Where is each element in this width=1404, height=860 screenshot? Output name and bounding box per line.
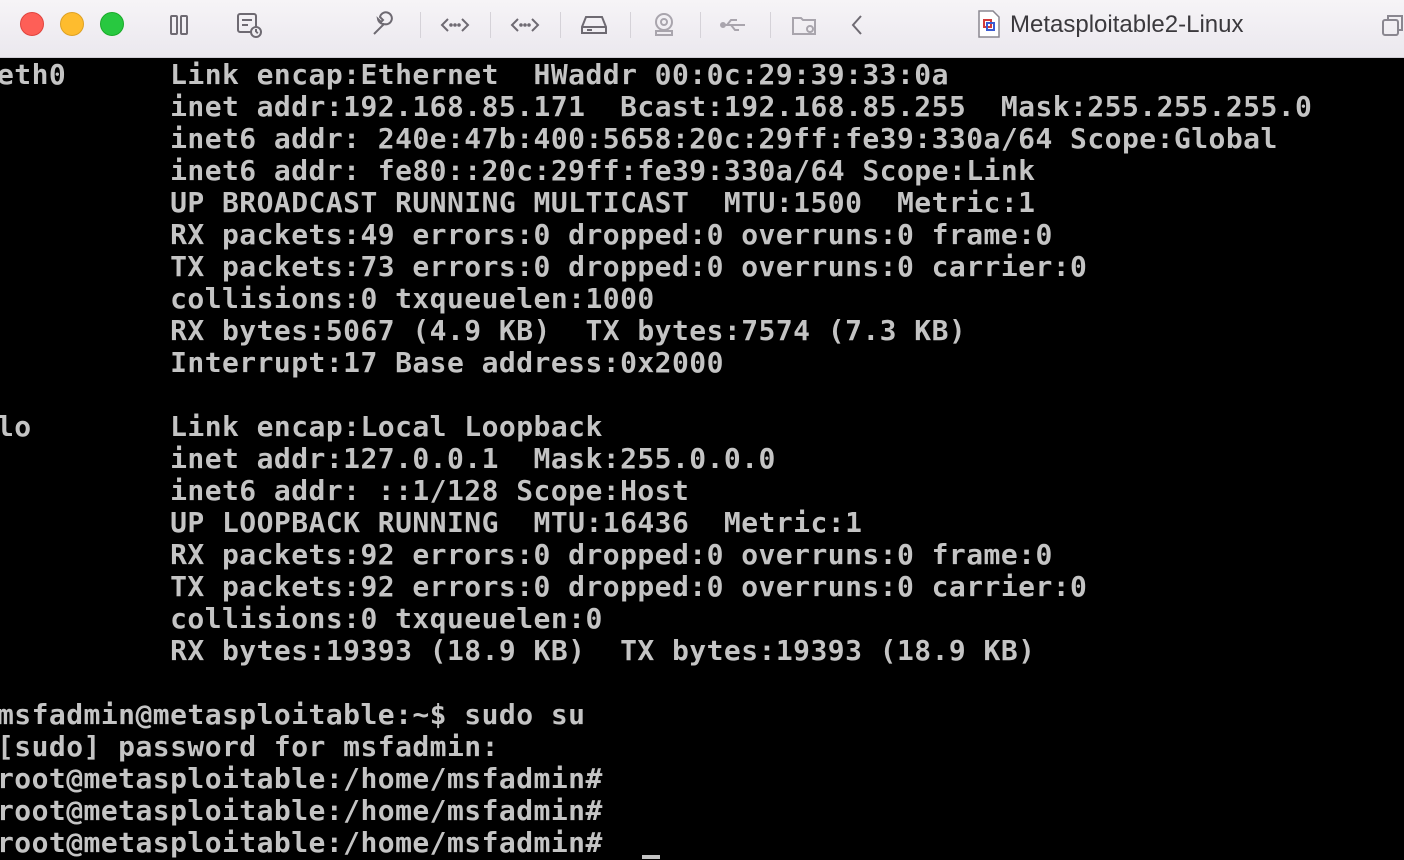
snapshot-icon[interactable] xyxy=(234,10,264,40)
toolbar-separator xyxy=(770,12,771,38)
window-toolbar: Metasploitable2-Linux xyxy=(0,0,1404,58)
network-adapter-icon[interactable] xyxy=(440,10,470,40)
terminal-line: msfadmin@metasploitable:~$ sudo su xyxy=(0,698,586,731)
terminal-line: lo Link encap:Local Loopback xyxy=(0,410,603,443)
terminal-line: Interrupt:17 Base address:0x2000 xyxy=(0,346,724,379)
terminal-line: inet addr:192.168.85.171 Bcast:192.168.8… xyxy=(0,90,1313,123)
toolbar-separator xyxy=(700,12,701,38)
terminal-line: inet6 addr: fe80::20c:29ff:fe39:330a/64 … xyxy=(0,154,1036,187)
network-adapter-2-icon[interactable] xyxy=(510,10,540,40)
camera-icon[interactable] xyxy=(649,10,679,40)
sidebar-toggle-icon[interactable] xyxy=(165,10,195,40)
window-restore-icon[interactable] xyxy=(1378,10,1404,40)
terminal-line: inet6 addr: ::1/128 Scope:Host xyxy=(0,474,690,507)
terminal-line: collisions:0 txqueuelen:1000 xyxy=(0,282,655,315)
vm-file-icon xyxy=(978,10,1000,38)
vm-console-screen[interactable]: eth0 Link encap:Ethernet HWaddr 00:0c:29… xyxy=(0,58,1404,860)
toolbar-separator xyxy=(420,12,421,38)
hard-disk-icon[interactable] xyxy=(579,10,609,40)
window-title: Metasploitable2-Linux xyxy=(1010,11,1244,38)
terminal-line: eth0 Link encap:Ethernet HWaddr 00:0c:29… xyxy=(0,58,949,91)
settings-wrench-icon[interactable] xyxy=(368,10,398,40)
zoom-window-button[interactable] xyxy=(100,12,124,36)
terminal-line: inet6 addr: 240e:47b:400:5658:20c:29ff:f… xyxy=(0,122,1278,155)
close-window-button[interactable] xyxy=(20,12,44,36)
text-cursor xyxy=(642,855,660,859)
terminal-line: root@metasploitable:/home/msfadmin# xyxy=(0,794,603,827)
terminal-line: RX bytes:5067 (4.9 KB) TX bytes:7574 (7.… xyxy=(0,314,967,347)
terminal-line: [sudo] password for msfadmin: xyxy=(0,730,499,763)
toolbar-separator xyxy=(490,12,491,38)
terminal-line: inet addr:127.0.0.1 Mask:255.0.0.0 xyxy=(0,442,776,475)
shared-folder-icon[interactable] xyxy=(790,10,820,40)
terminal-line: TX packets:73 errors:0 dropped:0 overrun… xyxy=(0,250,1088,283)
back-chevron-icon[interactable] xyxy=(842,10,872,40)
terminal-line: root@metasploitable:/home/msfadmin# xyxy=(0,826,603,859)
terminal-line: collisions:0 txqueuelen:0 xyxy=(0,602,603,635)
terminal-line: RX packets:92 errors:0 dropped:0 overrun… xyxy=(0,538,1053,571)
terminal-line: UP LOOPBACK RUNNING MTU:16436 Metric:1 xyxy=(0,506,863,539)
terminal-line: UP BROADCAST RUNNING MULTICAST MTU:1500 … xyxy=(0,186,1036,219)
toolbar-separator xyxy=(560,12,561,38)
toolbar-separator xyxy=(630,12,631,38)
terminal-line: root@metasploitable:/home/msfadmin# xyxy=(0,762,603,795)
terminal-line: RX packets:49 errors:0 dropped:0 overrun… xyxy=(0,218,1053,251)
terminal-line: RX bytes:19393 (18.9 KB) TX bytes:19393 … xyxy=(0,634,1036,667)
usb-icon[interactable] xyxy=(719,10,749,40)
terminal-line: TX packets:92 errors:0 dropped:0 overrun… xyxy=(0,570,1088,603)
minimize-window-button[interactable] xyxy=(60,12,84,36)
